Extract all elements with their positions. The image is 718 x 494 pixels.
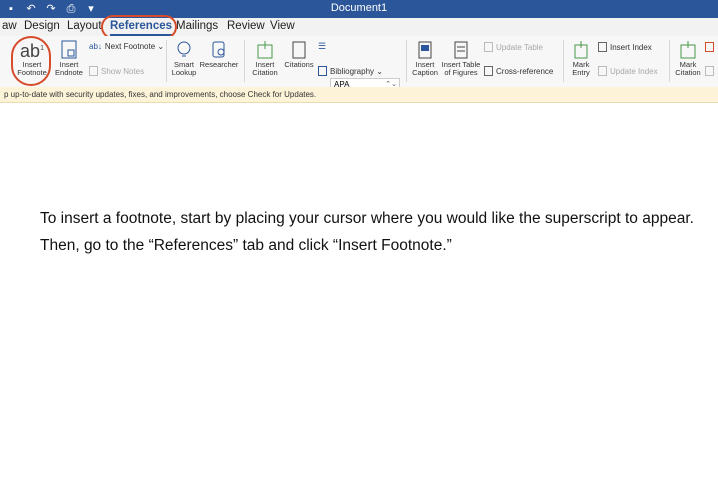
next-footnote-button[interactable]: ab↓ Next Footnote ⌄	[89, 42, 164, 51]
references-ribbon: ab1 Insert Footnote Insert Endnote ab↓ N…	[0, 36, 718, 90]
tab-layout[interactable]: Layout	[67, 20, 102, 32]
citations-icon	[292, 41, 306, 59]
footnote-glyph: ab	[20, 41, 41, 61]
window-title: Document1	[330, 2, 388, 14]
insert-citation-button[interactable]: Insert Citation	[249, 40, 281, 77]
document-paragraph[interactable]: To insert a footnote, start by placing y…	[40, 205, 710, 259]
update-authorities-box-icon	[705, 66, 714, 76]
researcher-icon	[212, 41, 225, 58]
style-label-icon: ☰	[318, 41, 326, 52]
tab-mailings[interactable]: Mailings	[176, 20, 218, 32]
mark-entry-label-2: Entry	[572, 68, 590, 77]
insert-caption-button[interactable]: Insert Caption	[409, 40, 441, 77]
next-footnote-icon: ab↓	[89, 42, 102, 51]
table-of-figures-icon	[454, 41, 468, 59]
lightbulb-icon	[177, 41, 191, 57]
citations-label: Citations	[284, 60, 314, 69]
show-notes-button[interactable]: Show Notes	[89, 66, 144, 76]
insert-caption-label-2: Caption	[412, 68, 438, 77]
researcher-button[interactable]: Researcher	[199, 40, 239, 69]
mark-citation-label-2: Citation	[675, 68, 701, 77]
mark-entry-icon	[574, 41, 588, 59]
bibliography-label: Bibliography ⌄	[330, 66, 383, 76]
style-icon: ☰	[318, 41, 327, 51]
update-table-icon	[484, 42, 493, 52]
bibliography-icon	[318, 66, 327, 76]
update-message-text: p up-to-date with security updates, fixe…	[4, 90, 317, 99]
endnote-icon	[61, 40, 77, 59]
divider	[563, 40, 564, 82]
insert-footnote-button[interactable]: ab1 Insert Footnote	[14, 40, 50, 77]
insert-table-of-figures-button[interactable]: Insert Table of Figures	[441, 40, 481, 77]
mark-citation-button[interactable]: Mark Citation	[673, 40, 703, 77]
update-message-bar: p up-to-date with security updates, fixe…	[0, 87, 718, 103]
insert-table-figures-label-2: of Figures	[444, 68, 478, 77]
smart-lookup-button[interactable]: Smart Lookup	[170, 40, 198, 77]
next-footnote-label: Next Footnote ⌄	[104, 42, 165, 51]
citations-button[interactable]: Citations	[283, 40, 315, 69]
insert-caption-icon	[418, 41, 432, 59]
tab-review[interactable]: Review	[227, 20, 265, 32]
authorities-icon	[705, 42, 714, 52]
mark-citation-icon	[680, 41, 696, 59]
update-table-button[interactable]: Update Table	[484, 42, 543, 52]
divider	[669, 40, 670, 82]
divider	[166, 40, 167, 82]
update-index-button[interactable]: Update Index	[598, 66, 658, 76]
insert-index-button[interactable]: Insert Index	[598, 42, 652, 52]
smart-lookup-label-2: Lookup	[171, 68, 197, 77]
insert-footnote-label-2: Footnote	[17, 68, 47, 77]
tab-draw[interactable]: aw	[2, 20, 17, 32]
ribbon-tabs: aw Design Layout References Mailings Rev…	[0, 18, 718, 36]
cross-reference-button[interactable]: Cross-reference	[484, 66, 553, 76]
title-bar: ▪ ↶ ↷ ⎙ ▾ Document1	[0, 0, 718, 18]
show-notes-label: Show Notes	[101, 66, 145, 76]
show-notes-icon	[89, 66, 98, 76]
bibliography-button[interactable]: Bibliography ⌄	[318, 66, 383, 76]
cross-reference-label: Cross-reference	[496, 66, 554, 76]
tab-design[interactable]: Design	[24, 20, 60, 32]
insert-citation-icon	[257, 41, 273, 59]
insert-index-label: Insert Index	[610, 42, 652, 52]
update-index-icon	[598, 66, 607, 76]
update-authorities-icon[interactable]	[705, 66, 714, 76]
update-table-label: Update Table	[496, 42, 543, 52]
researcher-label: Researcher	[199, 60, 239, 69]
divider	[406, 40, 407, 82]
table-of-authorities-icon[interactable]	[705, 42, 714, 52]
mark-entry-button[interactable]: Mark Entry	[568, 40, 594, 77]
insert-endnote-button[interactable]: Insert Endnote	[54, 40, 84, 77]
tab-references[interactable]: References	[110, 20, 173, 36]
footnote-superscript: 1	[40, 45, 44, 52]
insert-citation-label-2: Citation	[252, 68, 278, 77]
tab-view[interactable]: View	[270, 20, 295, 32]
insert-endnote-label-2: Endnote	[55, 68, 83, 77]
cross-reference-icon	[484, 66, 493, 76]
divider	[244, 40, 245, 82]
update-index-label: Update Index	[610, 66, 658, 76]
footnote-icon: ab1	[14, 40, 50, 60]
insert-index-icon	[598, 42, 607, 52]
